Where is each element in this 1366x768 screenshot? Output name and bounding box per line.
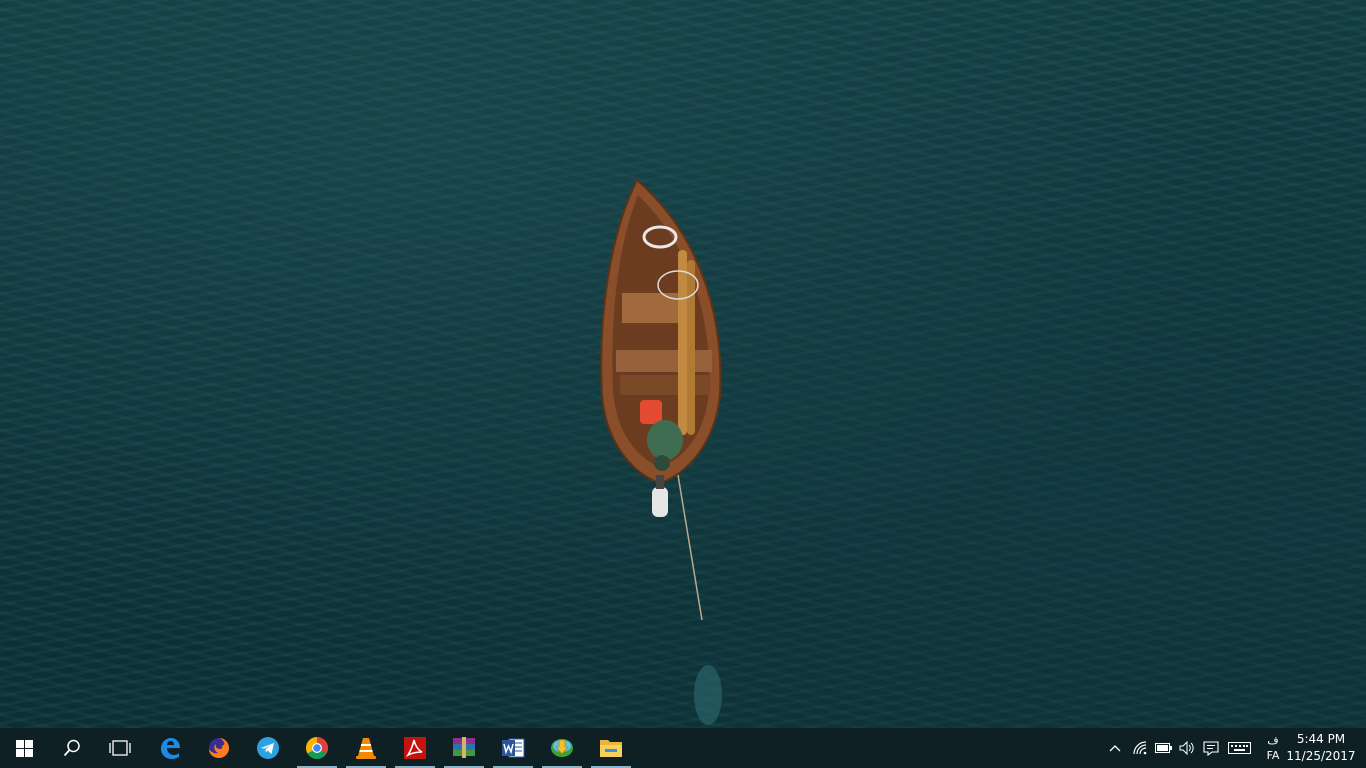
- keyboard-icon: [1227, 742, 1251, 754]
- clock-date: 11/25/2017: [1286, 749, 1356, 763]
- telegram-icon: [257, 737, 279, 759]
- winrar-icon: [453, 737, 475, 758]
- taskbar-acrobat[interactable]: [391, 728, 439, 768]
- search-icon: [63, 739, 80, 757]
- word-icon: [502, 738, 525, 758]
- taskbar-vlc[interactable]: [342, 728, 390, 768]
- download-manager-icon: [551, 739, 573, 757]
- battery-icon: [1155, 743, 1172, 753]
- edge-icon: [161, 738, 180, 759]
- taskbar-download-manager[interactable]: [538, 728, 586, 768]
- touch-keyboard-button[interactable]: [1225, 728, 1253, 768]
- taskbar-winrar[interactable]: [440, 728, 488, 768]
- taskbar-firefox[interactable]: [195, 728, 243, 768]
- battery-button[interactable]: [1153, 728, 1175, 768]
- task-view-button[interactable]: [96, 728, 144, 768]
- search-button[interactable]: [48, 728, 96, 768]
- chrome-icon: [306, 737, 328, 759]
- network-button[interactable]: [1130, 728, 1152, 768]
- firefox-icon: [209, 738, 229, 758]
- clock-button[interactable]: 5:44 PM 11/25/2017: [1286, 728, 1356, 768]
- language-code: FA: [1266, 749, 1280, 762]
- windows-logo-icon: [15, 739, 33, 757]
- folder-icon: [600, 740, 622, 757]
- chevron-up-icon: [1109, 745, 1121, 752]
- boat-image: [600, 178, 722, 725]
- taskbar-word[interactable]: [489, 728, 537, 768]
- show-hidden-icons-button[interactable]: [1104, 728, 1126, 768]
- input-language-button[interactable]: ف FA: [1260, 728, 1286, 768]
- language-glyph: ف: [1267, 734, 1279, 747]
- volume-icon: [1179, 741, 1194, 755]
- notification-button[interactable]: [1200, 728, 1222, 768]
- desktop-wallpaper: [0, 0, 1366, 728]
- task-view-icon: [109, 740, 131, 756]
- taskbar: ف FA 5:44 PM 11/25/2017: [0, 728, 1366, 768]
- vlc-icon: [356, 738, 376, 759]
- clock-time: 5:44 PM: [1296, 732, 1346, 746]
- notification-icon: [1203, 740, 1219, 756]
- taskbar-file-explorer[interactable]: [587, 728, 635, 768]
- taskbar-edge[interactable]: [146, 728, 194, 768]
- volume-button[interactable]: [1176, 728, 1198, 768]
- taskbar-telegram[interactable]: [244, 728, 292, 768]
- start-button[interactable]: [0, 728, 48, 768]
- taskbar-chrome[interactable]: [293, 728, 341, 768]
- wifi-icon: [1133, 741, 1147, 755]
- acrobat-icon: [404, 737, 426, 759]
